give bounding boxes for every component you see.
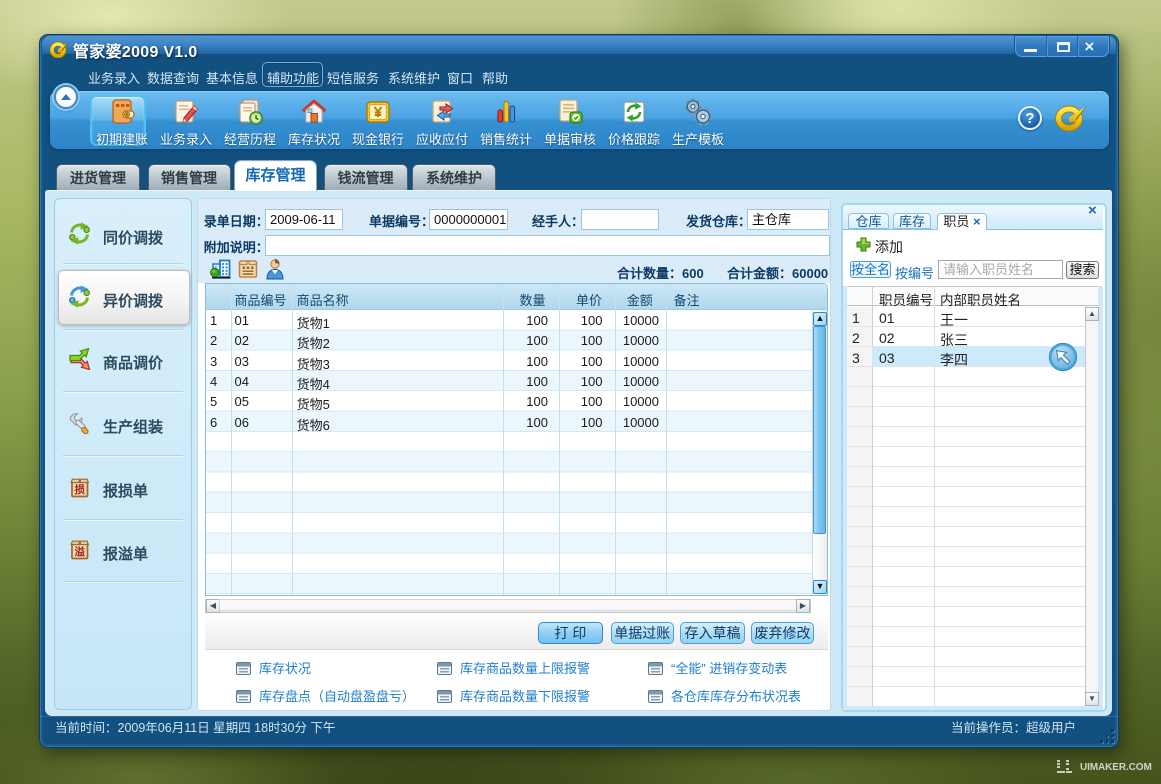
svg-text:溢: 溢 [74,545,85,558]
svg-text:损: 损 [74,483,85,496]
